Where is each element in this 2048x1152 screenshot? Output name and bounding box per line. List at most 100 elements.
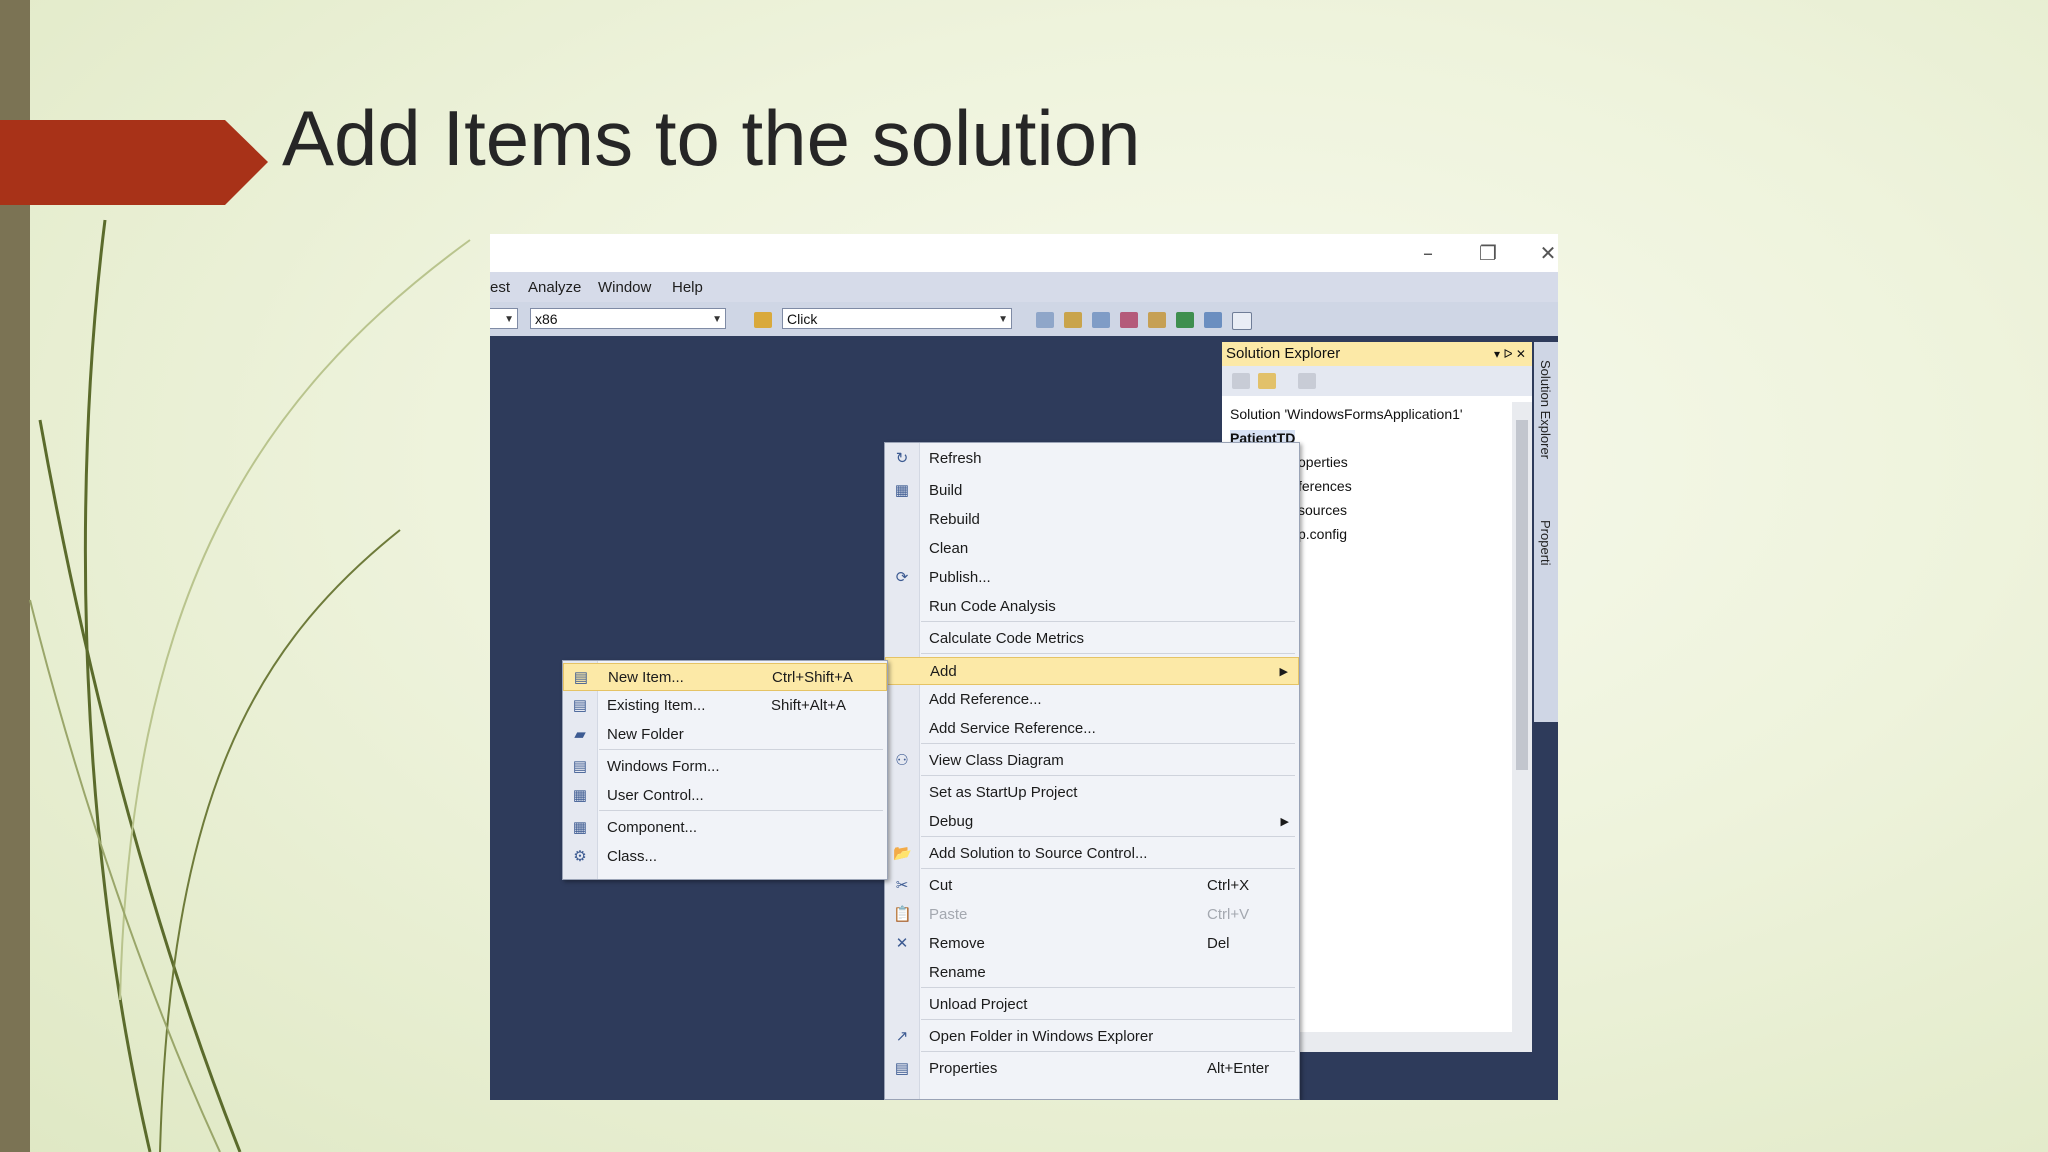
menu-item-set-as-startup-project[interactable]: Set as StartUp Project: [885, 779, 1299, 807]
submenu-item-class[interactable]: ⚙ Class...: [563, 843, 887, 871]
toolbar: ▼ x86 ▼ Click ▼: [490, 302, 1558, 336]
minimize-icon[interactable]: –: [1408, 240, 1448, 266]
menu-item-icon: ⚇: [895, 752, 909, 769]
menu-item-icon: ✂: [895, 877, 909, 894]
vertical-scrollbar[interactable]: [1512, 402, 1532, 1052]
submenu-item-user-control[interactable]: ▦ User Control...: [563, 782, 887, 810]
find-value: Click: [787, 311, 818, 327]
submenu-item-component[interactable]: ▦ Component...: [563, 814, 887, 842]
platform-dropdown[interactable]: x86 ▼: [530, 308, 726, 329]
menu-item-rename[interactable]: Rename: [885, 959, 1299, 987]
menu-separator: [921, 1019, 1295, 1020]
menu-help[interactable]: Help: [672, 279, 703, 296]
submenu-item-label: Windows Form...: [607, 758, 720, 775]
menu-item-label: View Class Diagram: [929, 752, 1064, 769]
menu-item-icon: ↗: [895, 1028, 909, 1045]
menu-item-build[interactable]: ▦ Build: [885, 477, 1299, 505]
chevron-down-icon: ▼: [712, 314, 722, 325]
folder-icon[interactable]: [754, 312, 772, 328]
tree-properties[interactable]: operties: [1298, 454, 1348, 470]
menu-item-add[interactable]: Add ▶: [885, 657, 1299, 685]
tree-app-config[interactable]: p.config: [1298, 526, 1347, 542]
submenu-item-windows-form[interactable]: ▤ Windows Form...: [563, 753, 887, 781]
tree-solution[interactable]: Solution 'WindowsFormsApplication1': [1230, 406, 1463, 422]
add-submenu: ▤ New Item... Ctrl+Shift+A ▤ Existing Item..…: [562, 660, 888, 880]
solution-icon[interactable]: [1064, 312, 1082, 328]
menu-item-label: Clean: [929, 540, 969, 557]
close-icon[interactable]: ✕: [1528, 240, 1558, 266]
solution-explorer-toolbar: [1222, 366, 1532, 396]
menu-item-label: Refresh: [929, 450, 982, 467]
show-all-files-icon[interactable]: [1258, 373, 1276, 389]
menu-item-icon: 📂: [893, 845, 912, 862]
panel-pin-icon[interactable]: ▾ ᐅ ✕: [1494, 342, 1526, 366]
menu-item-view-class-diagram[interactable]: ⚇ View Class Diagram: [885, 747, 1299, 775]
menu-item-icon: ↻: [895, 450, 909, 467]
menu-item-calculate-code-metrics[interactable]: Calculate Code Metrics: [885, 625, 1299, 653]
find-combo[interactable]: Click ▼: [782, 308, 1012, 329]
menu-analyze[interactable]: Analyze: [528, 279, 581, 296]
menu-item-properties[interactable]: ▤ Properties Alt+Enter: [885, 1055, 1299, 1083]
menu-item-shortcut: Del: [1207, 935, 1230, 952]
menu-item-icon: ✕: [895, 935, 909, 952]
menu-item-open-folder-in-windows-explorer[interactable]: ↗ Open Folder in Windows Explorer: [885, 1023, 1299, 1051]
menu-separator: [921, 868, 1295, 869]
menu-item-label: Paste: [929, 906, 968, 923]
menu-item-rebuild[interactable]: Rebuild: [885, 506, 1299, 534]
menu-item-cut[interactable]: ✂ Cut Ctrl+X: [885, 872, 1299, 900]
menu-item-add-solution-to-source-control[interactable]: 📂 Add Solution to Source Control...: [885, 840, 1299, 868]
menu-item-publish[interactable]: ⟳ Publish...: [885, 564, 1299, 592]
menu-item-unload-project[interactable]: Unload Project: [885, 991, 1299, 1019]
submenu-item-shortcut: Shift+Alt+A: [771, 697, 847, 714]
properties-icon[interactable]: [1232, 373, 1250, 389]
submenu-item-label: New Item...: [608, 669, 684, 686]
menu-test[interactable]: est: [490, 279, 510, 296]
tree-references[interactable]: ferences: [1298, 478, 1352, 494]
menu-item-remove[interactable]: ✕ Remove Del: [885, 930, 1299, 958]
toolbox-icon[interactable]: [1148, 312, 1166, 328]
submenu-item-new-item[interactable]: ▤ New Item... Ctrl+Shift+A: [563, 663, 887, 691]
menu-item-icon: ⟳: [895, 569, 909, 586]
menu-window[interactable]: Window: [598, 279, 651, 296]
class-view-icon[interactable]: [1204, 312, 1222, 328]
menu-item-label: Add Solution to Source Control...: [929, 845, 1148, 862]
menu-item-label: Run Code Analysis: [929, 598, 1056, 615]
submenu-item-icon: ▦: [572, 819, 588, 836]
menu-item-label: Debug: [929, 813, 974, 830]
restore-icon[interactable]: ❐: [1468, 240, 1508, 266]
config-dropdown[interactable]: ▼: [490, 308, 518, 329]
solution-explorer-header: Solution Explorer ▾ ᐅ ✕: [1222, 342, 1532, 366]
submenu-item-new-folder[interactable]: ▰ New Folder: [563, 721, 887, 749]
submenu-item-label: Component...: [607, 819, 698, 836]
scrollbar-thumb[interactable]: [1516, 420, 1528, 770]
side-tab-solution-explorer[interactable]: Solution Explorer: [1538, 360, 1553, 459]
solution-explorer-title: Solution Explorer: [1226, 345, 1341, 362]
properties-icon[interactable]: [1092, 312, 1110, 328]
platform-value: x86: [535, 311, 558, 327]
submenu-item-icon: ▰: [574, 726, 586, 743]
menu-item-label: Rename: [929, 964, 986, 981]
menu-item-icon: ▦: [894, 482, 910, 499]
side-tab-properties[interactable]: Properti: [1538, 520, 1553, 566]
menu-item-clean[interactable]: Clean: [885, 535, 1299, 563]
refresh-icon[interactable]: [1298, 373, 1316, 389]
menu-separator: [921, 775, 1295, 776]
menu-item-icon: 📋: [893, 906, 912, 923]
menu-item-add-service-reference[interactable]: Add Service Reference...: [885, 715, 1299, 743]
object-browser-icon[interactable]: [1120, 312, 1138, 328]
find-in-files-icon[interactable]: [1036, 312, 1054, 328]
tree-resources[interactable]: sources: [1298, 502, 1347, 518]
start-page-icon[interactable]: [1176, 312, 1194, 328]
menu-item-add-reference[interactable]: Add Reference...: [885, 686, 1299, 714]
menu-item-label: Cut: [929, 877, 953, 894]
submenu-item-icon: ▤: [572, 758, 588, 775]
menu-item-label: Calculate Code Metrics: [929, 630, 1085, 647]
submenu-item-icon: ▤: [572, 697, 588, 714]
menu-separator: [921, 621, 1295, 622]
menu-item-refresh[interactable]: ↻ Refresh: [885, 445, 1299, 473]
menu-item-paste[interactable]: 📋 Paste Ctrl+V: [885, 901, 1299, 929]
menu-item-debug[interactable]: Debug ▶: [885, 808, 1299, 836]
window-icon[interactable]: [1232, 312, 1252, 330]
submenu-item-existing-item[interactable]: ▤ Existing Item... Shift+Alt+A: [563, 692, 887, 720]
menu-item-run-code-analysis[interactable]: Run Code Analysis: [885, 593, 1299, 621]
